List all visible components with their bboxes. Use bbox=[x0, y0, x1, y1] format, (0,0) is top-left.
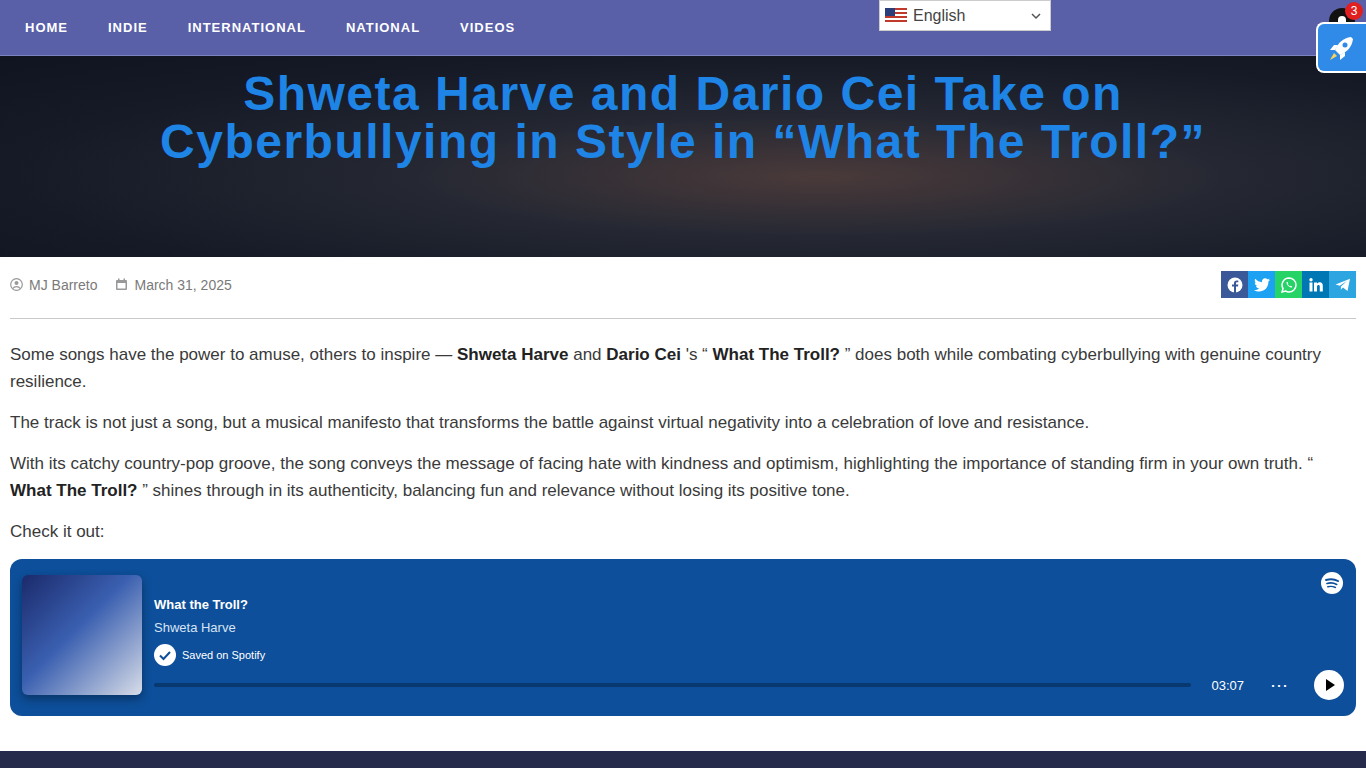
language-label: English bbox=[913, 7, 1024, 25]
paragraph: With its catchy country-pop groove, the … bbox=[10, 450, 1356, 504]
telegram-icon bbox=[1335, 278, 1351, 292]
chevron-down-icon bbox=[1030, 10, 1042, 22]
twitter-icon bbox=[1254, 278, 1270, 292]
spotify-embed: What the Troll? Shweta Harve Saved on Spot… bbox=[10, 559, 1356, 716]
hero-banner: Shweta Harve and Dario Cei Take onCyberb… bbox=[0, 56, 1366, 257]
duration: 03:07 bbox=[1211, 678, 1244, 693]
article-body: Some songs have the power to amuse, othe… bbox=[10, 319, 1356, 545]
saved-status[interactable]: Saved on Spotify bbox=[154, 644, 1344, 666]
calendar-icon bbox=[115, 278, 128, 291]
share-button[interactable] bbox=[1329, 271, 1356, 298]
more-button[interactable]: ⋯ bbox=[1270, 674, 1288, 696]
user-icon bbox=[10, 278, 23, 291]
play-icon bbox=[1314, 670, 1344, 700]
article-title: Shweta Harve and Dario Cei Take onCyberb… bbox=[160, 70, 1206, 257]
whatsapp-icon bbox=[1281, 277, 1297, 293]
article: MJ Barreto March 31, 2025 Some songs have… bbox=[0, 257, 1366, 716]
page: HOME INDIE INTERNATIONAL NATIONAL VIDEOS Engl… bbox=[0, 0, 1366, 768]
share-button[interactable] bbox=[1302, 271, 1329, 298]
share-button[interactable] bbox=[1221, 271, 1248, 298]
article-meta: MJ Barreto March 31, 2025 bbox=[10, 257, 1356, 319]
facebook-icon bbox=[1227, 277, 1243, 293]
track-artist[interactable]: Shweta Harve bbox=[154, 620, 1344, 635]
nav-item[interactable]: NATIONAL bbox=[346, 20, 420, 35]
paragraph: Check it out: bbox=[10, 518, 1356, 545]
play-button[interactable] bbox=[1314, 670, 1344, 700]
rocket-icon bbox=[1325, 31, 1359, 65]
notification-badge: 3 bbox=[1345, 2, 1363, 20]
album-cover bbox=[22, 575, 142, 695]
progress-bar[interactable] bbox=[154, 683, 1191, 687]
track-title[interactable]: What the Troll? bbox=[154, 597, 1344, 612]
author[interactable]: MJ Barreto bbox=[10, 277, 97, 293]
us-flag-icon bbox=[885, 8, 907, 23]
spotify-icon[interactable] bbox=[1321, 572, 1343, 594]
nav-item[interactable]: INTERNATIONAL bbox=[188, 20, 306, 35]
language-select[interactable]: English bbox=[879, 0, 1051, 31]
share-button[interactable] bbox=[1275, 271, 1302, 298]
rocket-button[interactable] bbox=[1316, 22, 1366, 73]
linkedin-icon bbox=[1309, 278, 1323, 292]
nav-item[interactable]: HOME bbox=[25, 20, 68, 35]
paragraph: The track is not just a song, but a musi… bbox=[10, 409, 1356, 436]
share-buttons bbox=[1221, 271, 1356, 298]
footer bbox=[0, 751, 1366, 768]
publish-date: March 31, 2025 bbox=[115, 277, 231, 293]
check-circle-icon bbox=[154, 644, 176, 666]
share-button[interactable] bbox=[1248, 271, 1275, 298]
nav-item[interactable]: VIDEOS bbox=[460, 20, 515, 35]
top-nav: HOME INDIE INTERNATIONAL NATIONAL VIDEOS bbox=[0, 0, 1366, 56]
paragraph: Some songs have the power to amuse, othe… bbox=[10, 341, 1356, 395]
nav-item[interactable]: INDIE bbox=[108, 20, 148, 35]
